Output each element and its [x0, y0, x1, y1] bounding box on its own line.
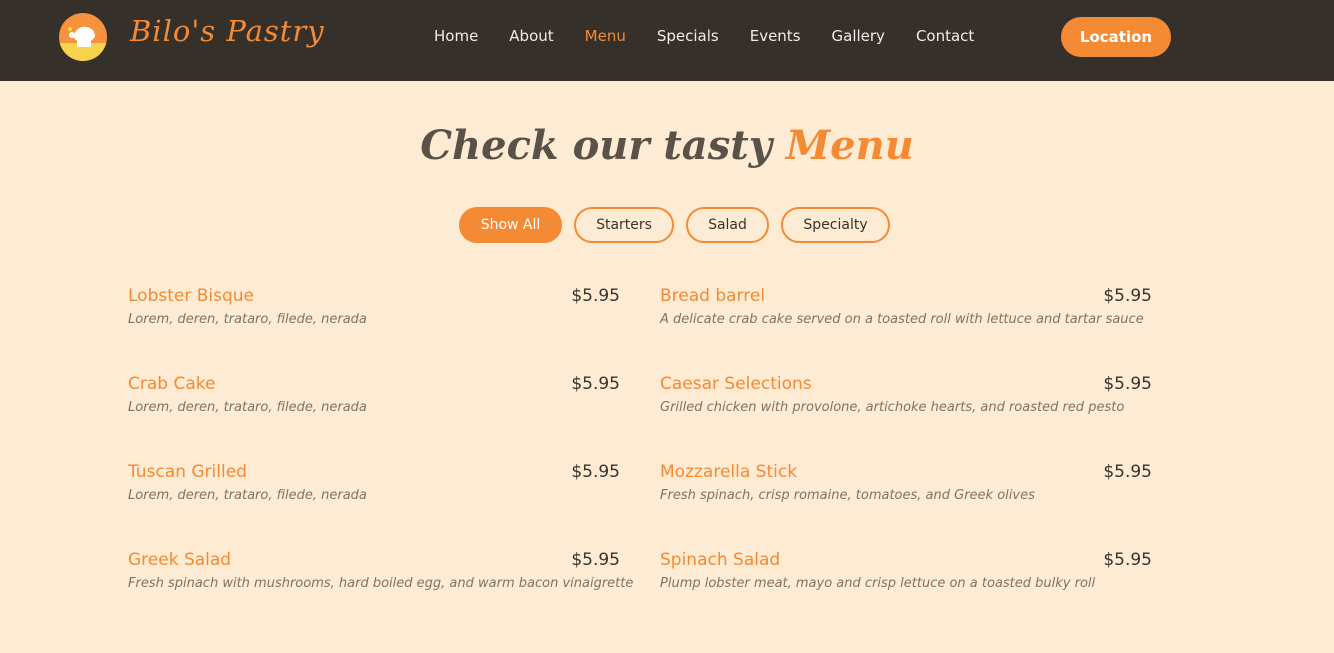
menu-item-price: $5.95: [571, 550, 620, 570]
menu-item-desc: Lorem, deren, trataro, filede, nerada: [128, 400, 367, 415]
menu-item-name[interactable]: Crab Cake: [128, 374, 215, 394]
menu-filters: Show All Starters Salad Specialty: [459, 207, 902, 243]
menu-item-name[interactable]: Lobster Bisque: [128, 286, 254, 306]
filter-starters[interactable]: Starters: [574, 207, 674, 243]
menu-list: Lobster Bisque $5.95 Lorem, deren, trata…: [128, 286, 1152, 638]
site-header: Bilo's Pastry Home About Menu Specials E…: [0, 0, 1334, 81]
menu-item-desc: Lorem, deren, trataro, filede, nerada: [128, 488, 367, 503]
menu-item: Lobster Bisque $5.95 Lorem, deren, trata…: [128, 286, 620, 374]
menu-item: Spinach Salad $5.95 Plump lobster meat, …: [660, 550, 1152, 638]
nav-menu[interactable]: Menu: [585, 27, 626, 45]
menu-item-name[interactable]: Greek Salad: [128, 550, 231, 570]
section-title-accent: Menu: [785, 122, 914, 169]
nav-gallery[interactable]: Gallery: [832, 27, 885, 45]
menu-item: Caesar Selections $5.95 Grilled chicken …: [660, 374, 1152, 462]
menu-item-name[interactable]: Mozzarella Stick: [660, 462, 797, 482]
location-button[interactable]: Location: [1061, 17, 1171, 57]
filter-salad[interactable]: Salad: [686, 207, 769, 243]
main-nav: Home About Menu Specials Events Gallery …: [434, 27, 1005, 45]
menu-item-desc: Grilled chicken with provolone, artichok…: [660, 400, 1125, 415]
nav-specials[interactable]: Specials: [657, 27, 719, 45]
menu-item: Crab Cake $5.95 Lorem, deren, trataro, f…: [128, 374, 620, 462]
menu-item-price: $5.95: [1103, 374, 1152, 394]
logo-icon[interactable]: [59, 13, 107, 61]
nav-about[interactable]: About: [509, 27, 553, 45]
menu-item: Greek Salad $5.95 Fresh spinach with mus…: [128, 550, 634, 638]
section-title: Check our tasty Menu: [0, 122, 1334, 169]
menu-item-desc: A delicate crab cake served on a toasted…: [660, 312, 1144, 327]
menu-item-desc: Fresh spinach, crisp romaine, tomatoes, …: [660, 488, 1035, 503]
menu-item-desc: Plump lobster meat, mayo and crisp lettu…: [660, 576, 1096, 591]
menu-item: Mozzarella Stick $5.95 Fresh spinach, cr…: [660, 462, 1152, 550]
menu-item: Tuscan Grilled $5.95 Lorem, deren, trata…: [128, 462, 620, 550]
menu-item-price: $5.95: [1103, 550, 1152, 570]
menu-item-desc: Lorem, deren, trataro, filede, nerada: [128, 312, 367, 327]
menu-item-desc: Fresh spinach with mushrooms, hard boile…: [128, 576, 634, 591]
menu-item-price: $5.95: [571, 286, 620, 306]
menu-item-name[interactable]: Tuscan Grilled: [128, 462, 247, 482]
section-title-main: Check our tasty: [420, 122, 772, 169]
menu-item-price: $5.95: [571, 462, 620, 482]
filter-show-all[interactable]: Show All: [459, 207, 562, 243]
menu-item-price: $5.95: [1103, 462, 1152, 482]
menu-item: Bread barrel $5.95 A delicate crab cake …: [660, 286, 1152, 374]
menu-item-name[interactable]: Caesar Selections: [660, 374, 812, 394]
filter-specialty[interactable]: Specialty: [781, 207, 890, 243]
nav-home[interactable]: Home: [434, 27, 478, 45]
menu-item-price: $5.95: [1103, 286, 1152, 306]
menu-item-name[interactable]: Bread barrel: [660, 286, 765, 306]
menu-item-name[interactable]: Spinach Salad: [660, 550, 780, 570]
nav-events[interactable]: Events: [750, 27, 801, 45]
menu-item-price: $5.95: [571, 374, 620, 394]
brand-name[interactable]: Bilo's Pastry: [130, 14, 325, 48]
nav-contact[interactable]: Contact: [916, 27, 974, 45]
